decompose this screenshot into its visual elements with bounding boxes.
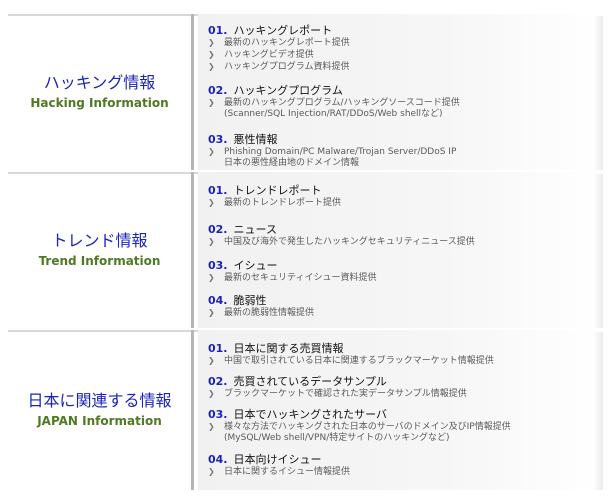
sub-item: ❯ 日本に関するイシュー情報提供 xyxy=(208,467,351,477)
item-number: 02. xyxy=(208,375,228,388)
section-japan: 日本に関連する情報 JAPAN Information 01. 日本に関する売買情… xyxy=(8,330,603,490)
item-number: 02. xyxy=(208,223,228,236)
item-title: ハッキングプログラム xyxy=(233,84,343,97)
list-item: 02. 売買されているデータサンプル ❯ ブラックマーケットで確認された実データサン… xyxy=(208,375,595,400)
arrow-icon: ❯ xyxy=(208,422,215,431)
sub-item: ❯ 中国で取引されている日本に関連するブラックマーケット情報提供 xyxy=(208,356,494,366)
sub-item: ❯ 最新のハッキングレポート提供 xyxy=(208,38,350,48)
arrow-icon: ❯ xyxy=(208,50,215,59)
item-title: 日本向けイシュー xyxy=(233,453,322,466)
vertical-divider xyxy=(191,330,194,490)
arrow-icon: ❯ xyxy=(208,147,215,156)
list-item: 04. 脆弱性 ❯ 最新の脆弱性情報提供 xyxy=(208,294,595,319)
list-item: 02. ハッキングプログラム ❯ 最新のハッキングプログラム/ハッキングソースコード… xyxy=(208,84,595,120)
section-heading: ハッキング情報 Hacking Information xyxy=(8,14,191,170)
sub-item: ❯ 最新の脆弱性情報提供 xyxy=(208,308,315,318)
item-title: 売買されているデータサンプル xyxy=(233,375,387,388)
section-title-en: JAPAN Information xyxy=(37,414,162,428)
list-item: 01. ハッキングレポート ❯ 最新のハッキングレポート提供 ❯ ハッキングビデオ提供… xyxy=(208,24,595,73)
sub-item-continuation: (MySQL/Web shell/VPN/特定サイトのハッキングなど) xyxy=(224,433,450,443)
section-trend: トレンド情報 Trend Information 01. トレンドレポート ❯ 最新… xyxy=(8,172,603,328)
sub-item: ❯ ブラックマーケットで確認された実データサンプル情報提供 xyxy=(208,389,467,399)
section-title-en: Trend Information xyxy=(38,254,161,268)
vertical-divider xyxy=(191,14,194,170)
item-title: 脆弱性 xyxy=(233,294,267,307)
section-content: 01. 日本に関する売買情報 ❯ 中国で取引されている日本に関連するブラックマーケッ… xyxy=(198,330,603,490)
sub-item: ❯ 最新のハッキングプログラム/ハッキングソースコード提供 xyxy=(208,98,460,108)
sub-item: ❯ 最新のセキュリティイシュー資料提供 xyxy=(208,273,377,283)
section-title-en: Hacking Information xyxy=(30,96,169,110)
list-item: 01. 日本に関する売買情報 ❯ 中国で取引されている日本に関連するブラックマーケッ… xyxy=(208,342,595,367)
item-number: 03. xyxy=(208,408,228,421)
item-title: 日本でハッキングされたサーバ xyxy=(233,408,388,421)
arrow-icon: ❯ xyxy=(208,273,215,282)
list-item: 03. 日本でハッキングされたサーバ ❯ 様々な方法でハッキングされた日本のサーバの… xyxy=(208,408,595,444)
section-content: 01. トレンドレポート ❯ 最新のトレンドレポート提供 02. ニュース ❯ 中国及び… xyxy=(198,172,603,328)
list-item: 04. 日本向けイシュー ❯ 日本に関するイシュー情報提供 xyxy=(208,453,595,478)
item-number: 04. xyxy=(208,294,228,307)
item-number: 01. xyxy=(208,24,228,37)
sub-item-continuation: (Scanner/SQL Injection/RAT/DDoS/Web shel… xyxy=(224,109,443,119)
section-hacking: ハッキング情報 Hacking Information 01. ハッキングレポート… xyxy=(8,14,603,170)
item-title: ニュース xyxy=(233,223,277,236)
section-title-jp: ハッキング情報 xyxy=(43,73,156,92)
section-title-jp: 日本に関連する情報 xyxy=(27,391,172,410)
list-item: 03. イシュー ❯ 最新のセキュリティイシュー資料提供 xyxy=(208,259,595,284)
item-number: 01. xyxy=(208,342,228,355)
list-item: 01. トレンドレポート ❯ 最新のトレンドレポート提供 xyxy=(208,184,595,209)
item-number: 01. xyxy=(208,184,228,197)
arrow-icon: ❯ xyxy=(208,308,215,317)
list-item: 03. 悪性情報 ❯ Phishing Domain/PC Malware/Troj… xyxy=(208,133,595,169)
arrow-icon: ❯ xyxy=(208,198,215,207)
item-number: 03. xyxy=(208,259,228,272)
item-title: 悪性情報 xyxy=(233,133,278,146)
item-number: 03. xyxy=(208,133,228,146)
arrow-icon: ❯ xyxy=(208,38,215,47)
arrow-icon: ❯ xyxy=(208,389,215,398)
section-heading: 日本に関連する情報 JAPAN Information xyxy=(8,330,191,490)
section-content: 01. ハッキングレポート ❯ 最新のハッキングレポート提供 ❯ ハッキングビデオ提供… xyxy=(198,14,603,170)
list-item: 02. ニュース ❯ 中国及び海外で発生したハッキングセキュリティニュース提供 xyxy=(208,223,595,248)
item-title: 日本に関する売買情報 xyxy=(233,342,344,355)
sub-item: ❯ 最新のトレンドレポート提供 xyxy=(208,198,342,208)
item-number: 04. xyxy=(208,453,228,466)
vertical-divider xyxy=(191,172,194,328)
arrow-icon: ❯ xyxy=(208,237,215,246)
section-heading: トレンド情報 Trend Information xyxy=(8,172,191,328)
sub-item: ❯ 様々な方法でハッキングされた日本のサーバのドメイン及びIP情報提供 xyxy=(208,422,511,432)
arrow-icon: ❯ xyxy=(208,467,215,476)
sub-item-continuation: 日本の悪性経由地のドメイン情報 xyxy=(224,158,360,168)
sub-item: ❯ ハッキングプログラム資料提供 xyxy=(208,62,350,72)
sub-item: ❯ ハッキングビデオ提供 xyxy=(208,50,314,60)
item-title: ハッキングレポート xyxy=(233,24,333,37)
item-number: 02. xyxy=(208,84,228,97)
arrow-icon: ❯ xyxy=(208,356,215,365)
arrow-icon: ❯ xyxy=(208,98,215,107)
arrow-icon: ❯ xyxy=(208,62,215,71)
sub-item: ❯ Phishing Domain/PC Malware/Trojan Serve… xyxy=(208,147,457,157)
sub-item: ❯ 中国及び海外で発生したハッキングセキュリティニュース提供 xyxy=(208,237,475,247)
item-title: イシュー xyxy=(233,259,278,272)
section-title-jp: トレンド情報 xyxy=(51,231,148,250)
item-title: トレンドレポート xyxy=(233,184,322,197)
